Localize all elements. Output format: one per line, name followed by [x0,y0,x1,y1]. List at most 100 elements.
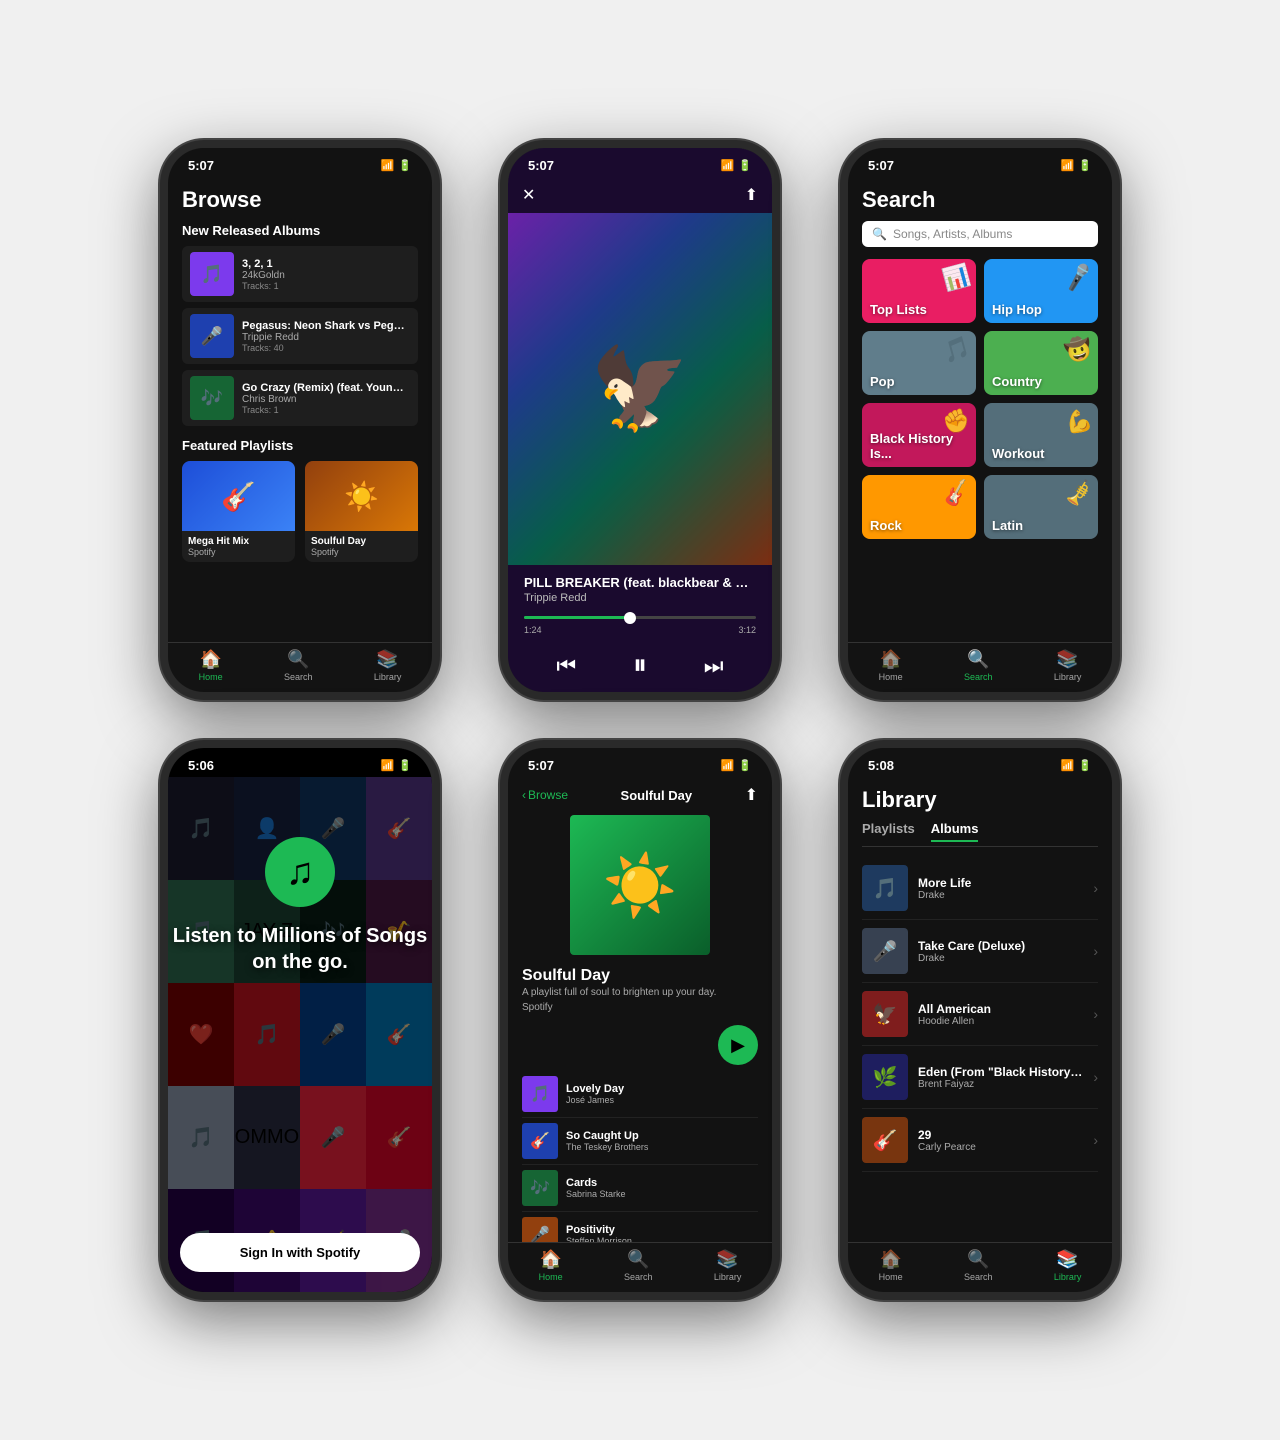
nav-library-6[interactable]: 📚Library [1054,1249,1082,1282]
pop-icon: 🎵 [940,334,973,366]
player-progress[interactable]: 1:24 3:12 [508,608,772,643]
search-title: Search [862,187,1098,213]
genre-black-history[interactable]: ✊ Black History Is... [862,403,976,467]
browse-screen: Browse New Released Albums 🎵 3, 2, 1 24k… [168,177,432,642]
rewind-btn[interactable]: ⏮ [556,653,576,679]
tab-albums[interactable]: Albums [931,821,979,842]
lib-album-4[interactable]: 🌿 Eden (From "Black History Always / Mu.… [862,1046,1098,1109]
playlist-owner-1: Spotify [188,547,289,557]
album-item-1[interactable]: 🎵 3, 2, 1 24kGoldn Tracks: 1 [182,246,418,302]
genre-workout[interactable]: 💪 Workout [984,403,1098,467]
playlist-card-2[interactable]: ☀️ Soulful Day Spotify [305,461,418,562]
home-icon-1: 🏠 [199,649,221,670]
mosaic-10: 🎵 [234,983,300,1086]
search-input-bar[interactable]: 🔍 Songs, Artists, Albums [862,221,1098,247]
wifi-icon-5: 📶 [721,759,735,772]
signin-button[interactable]: Sign In with Spotify [180,1233,421,1272]
nav-search-6[interactable]: 🔍Search [964,1249,993,1282]
player-top-bar: ✕ ⬆ [508,177,772,213]
nav-library-3[interactable]: 📚Library [1054,649,1082,682]
library-title: Library [862,787,1098,813]
track-info-1: Lovely Day José James [566,1083,758,1105]
lib-art-5: 🎸 [862,1117,908,1163]
hip-hop-icon: 🎤 [1062,262,1095,294]
progress-fill [524,616,628,619]
nav-home-6[interactable]: 🏠Home [879,1249,903,1282]
track-item-1[interactable]: 🎵 Lovely Day José James [522,1071,758,1118]
nav-library-1[interactable]: 📚Library [374,649,402,682]
lib-album-1[interactable]: 🎵 More Life Drake › [862,857,1098,920]
track-thumb-4: 🎤 [522,1217,558,1242]
album-art-2: 🎤 [190,314,234,358]
tab-playlists[interactable]: Playlists [862,821,915,842]
play-circle-button[interactable]: ▶ [718,1025,758,1065]
chevron-icon-5: › [1093,1132,1098,1148]
nav-home-1[interactable]: 🏠Home [199,649,223,682]
forward-btn[interactable]: ⏭ [704,653,724,679]
nav-home-3[interactable]: 🏠Home [879,649,903,682]
track-item-4[interactable]: 🎤 Positivity Steffen Morrison [522,1212,758,1242]
share-btn-player[interactable]: ⬆ [745,185,758,205]
lib-name-1: More Life [918,876,1083,890]
album-info-3: Go Crazy (Remix) (feat. Young Thug, Futu… [242,382,410,415]
genre-grid: 📊 Top Lists 🎤 Hip Hop 🎵 Pop 🤠 [862,259,1098,539]
nav-home-5[interactable]: 🏠Home [539,1249,563,1282]
play-pause-btn[interactable]: ⏸ [633,649,647,682]
playlist-card-1[interactable]: 🎸 Mega Hit Mix Spotify [182,461,295,562]
genre-country[interactable]: 🤠 Country [984,331,1098,395]
album-item-3[interactable]: 🎶 Go Crazy (Remix) (feat. Young Thug, Fu… [182,370,418,426]
album-item-2[interactable]: 🎤 Pegasus: Neon Shark vs Pegasus Present… [182,308,418,364]
progress-bar[interactable] [524,616,756,619]
share-btn-5[interactable]: ⬆ [745,785,758,805]
lib-info-2: Take Care (Deluxe) Drake [918,939,1083,964]
browse-title: Browse [182,187,418,213]
status-icons-2: 📶 🔋 [721,159,752,172]
playlist-detail-owner: Spotify [522,1002,758,1013]
album-tracks-2: Tracks: 40 [242,343,410,353]
battery-icon-6: 🔋 [1078,759,1092,772]
lib-album-3[interactable]: 🦅 All American Hoodie Allen › [862,983,1098,1046]
lib-album-5[interactable]: 🎸 29 Carly Pearce › [862,1109,1098,1172]
mosaic-15: 🎤 [300,1086,366,1189]
spotify-logo: ♫ [265,837,335,907]
nav-search-3[interactable]: 🔍Search [964,649,993,682]
splash-tagline: Listen to Millions of Songs on the go. [168,923,432,975]
status-bar-3: 5:07 📶 🔋 [848,148,1112,177]
album-art-3: 🎶 [190,376,234,420]
nav-library-5[interactable]: 📚Library [714,1249,742,1282]
genre-pop[interactable]: 🎵 Pop [862,331,976,395]
bottom-nav-3: 🏠Home 🔍Search 📚Library [848,642,1112,692]
chevron-icon-3: › [1093,1006,1098,1022]
back-button[interactable]: ‹ Browse [522,788,568,802]
genre-hip-hop[interactable]: 🎤 Hip Hop [984,259,1098,323]
close-btn[interactable]: ✕ [522,185,535,205]
genre-latin[interactable]: 🎺 Latin [984,475,1098,539]
playlist-art-2: ☀️ [305,461,418,531]
playlist-detail-nav: ‹ Browse Soulful Day ⬆ [508,777,772,809]
genre-label-black-history: Black History Is... [870,431,968,461]
mosaic-12: 🎸 [366,983,432,1086]
genre-label-pop: Pop [870,374,895,389]
track-item-2[interactable]: 🎸 So Caught Up The Teskey Brothers [522,1118,758,1165]
wifi-icon: 📶 [381,159,395,172]
latin-icon: 🎺 [1062,478,1095,510]
nav-search-1[interactable]: 🔍Search [284,649,313,682]
track-artist-3: Sabrina Starke [566,1189,758,1199]
search-icon-5: 🔍 [627,1249,649,1270]
playlist-owner-2: Spotify [311,547,412,557]
search-icon-6: 🔍 [967,1249,989,1270]
playlist-info-2: Soulful Day Spotify [305,531,418,562]
rock-icon: 🎸 [940,478,973,510]
genre-top-lists[interactable]: 📊 Top Lists [862,259,976,323]
library-icon-1: 📚 [376,649,398,670]
album-artist-1: 24kGoldn [242,270,410,281]
nav-search-5[interactable]: 🔍Search [624,1249,653,1282]
genre-rock[interactable]: 🎸 Rock [862,475,976,539]
status-icons-5: 📶 🔋 [721,759,752,772]
spotify-logo-icon: ♫ [286,851,315,894]
track-item-3[interactable]: 🎶 Cards Sabrina Starke [522,1165,758,1212]
playlist-info-1: Mega Hit Mix Spotify [182,531,295,562]
playlist-detail-info: Soulful Day A playlist full of soul to b… [508,961,772,1019]
lib-album-2[interactable]: 🎤 Take Care (Deluxe) Drake › [862,920,1098,983]
playlist-name-2: Soulful Day [311,536,412,547]
